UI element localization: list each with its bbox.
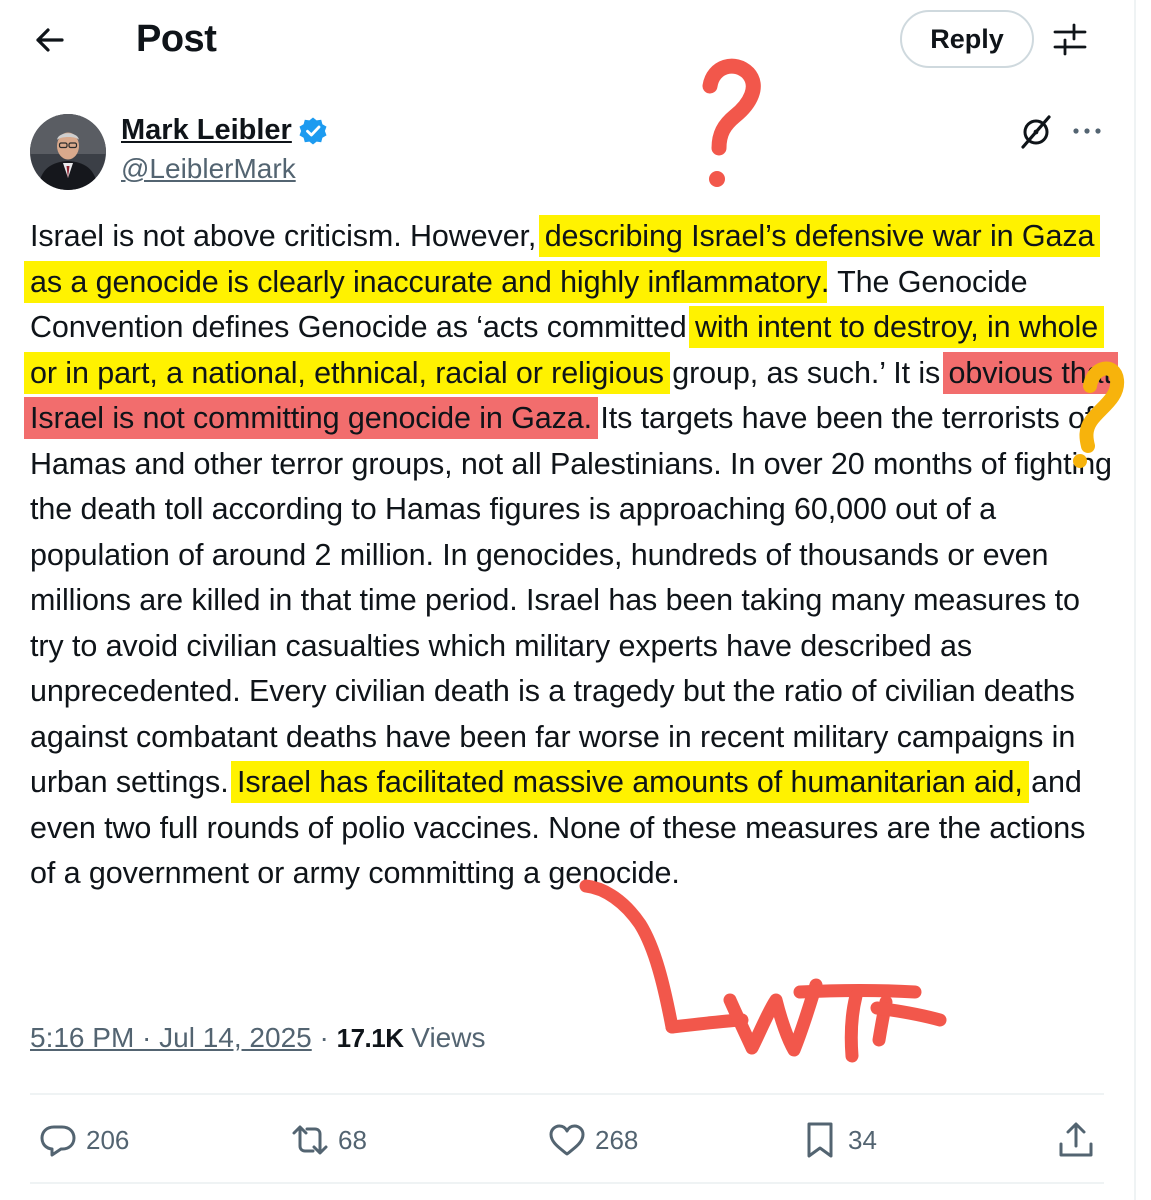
avatar[interactable] [30,114,106,190]
like-icon [549,1124,585,1156]
reply-button[interactable]: Reply [900,10,1034,68]
share-icon [1059,1122,1093,1157]
divider [30,1182,1104,1184]
post-timestamp[interactable]: 5:16 PM · Jul 14, 2025 [30,1022,312,1053]
post-text: Israel is not above criticism. However, … [24,214,1118,897]
author-name[interactable]: Mark Leibler [121,114,292,147]
bookmark-icon [807,1122,833,1158]
views-count: 17.1K [336,1023,404,1053]
author-handle[interactable]: @LeiblerMark [121,153,296,185]
repost-count: 68 [338,1124,367,1155]
tune-icon[interactable] [1052,22,1088,56]
like-count: 268 [595,1124,639,1155]
wtf-scribble [579,879,947,1063]
reply-count: 206 [86,1124,130,1155]
reply-action[interactable]: 206 [38,1118,129,1162]
verified-badge-icon [299,117,327,145]
like-action[interactable]: 268 [547,1118,638,1162]
bookmark-action[interactable]: 34 [800,1118,877,1162]
column-border [1134,0,1136,1200]
more-icon[interactable] [1070,116,1104,146]
grok-icon[interactable] [1018,114,1054,150]
page-title: Post [136,18,217,60]
bookmark-count: 34 [848,1124,877,1155]
repost-action[interactable]: 68 [290,1118,367,1162]
post-header: Post Reply [0,0,1134,82]
highlighted-text: Israel has facilitated massive amounts o… [230,761,1029,803]
post-text-segment: group, as such.’ It is [663,355,949,390]
question-mark-red-dot [709,171,725,187]
back-arrow-icon[interactable] [28,20,72,60]
post-meta: 5:16 PM · Jul 14, 2025 · 17.1K Views [30,1022,485,1054]
post-text-segment: Israel is not above criticism. However, [30,219,545,253]
post-text-segment: Its targets have been the terrorists of … [30,401,1112,799]
repost-icon [292,1125,328,1155]
reply-icon [40,1125,76,1157]
divider [30,1093,1104,1095]
views-label: Views [403,1022,486,1053]
meta-separator: · [311,1022,337,1053]
share-action[interactable] [1056,1118,1104,1162]
